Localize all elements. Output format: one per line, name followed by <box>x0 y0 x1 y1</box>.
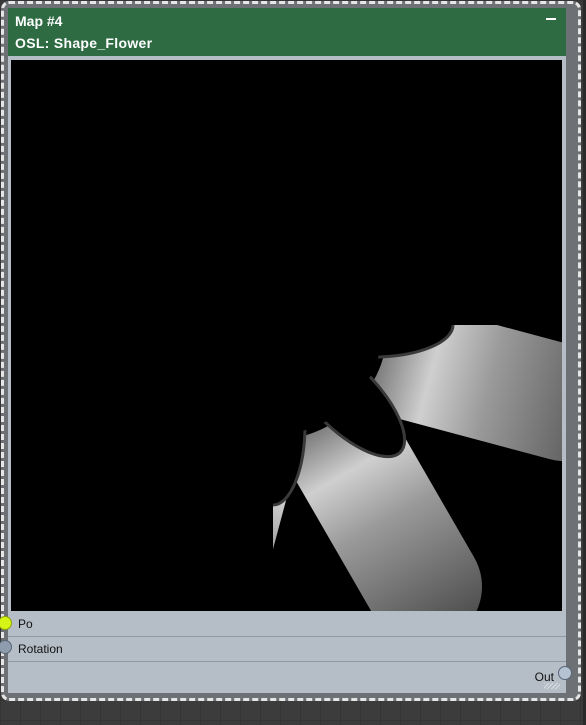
flower-preview-image <box>11 60 586 675</box>
input-port-rotation[interactable]: Rotation <box>8 637 566 662</box>
minimize-icon[interactable] <box>544 12 558 24</box>
node-header[interactable]: Map #4 OSL: Shape_Flower <box>8 8 566 56</box>
port-label-out: Out <box>534 670 554 684</box>
map-node[interactable]: Map #4 OSL: Shape_Flower Po Rotation Out <box>1 1 586 701</box>
node-body: Map #4 OSL: Shape_Flower Po Rotation Out <box>8 8 586 693</box>
input-port-po[interactable]: Po <box>8 612 566 637</box>
node-subtitle: OSL: Shape_Flower <box>15 35 153 51</box>
flower-shape-graphic <box>11 60 586 675</box>
output-socket-out[interactable] <box>558 666 572 680</box>
port-label-rotation: Rotation <box>18 642 63 656</box>
output-port-out[interactable]: Out <box>8 662 566 690</box>
resize-grip-icon[interactable] <box>544 683 560 689</box>
node-title: Map #4 <box>15 13 63 29</box>
port-label-po: Po <box>18 617 33 631</box>
